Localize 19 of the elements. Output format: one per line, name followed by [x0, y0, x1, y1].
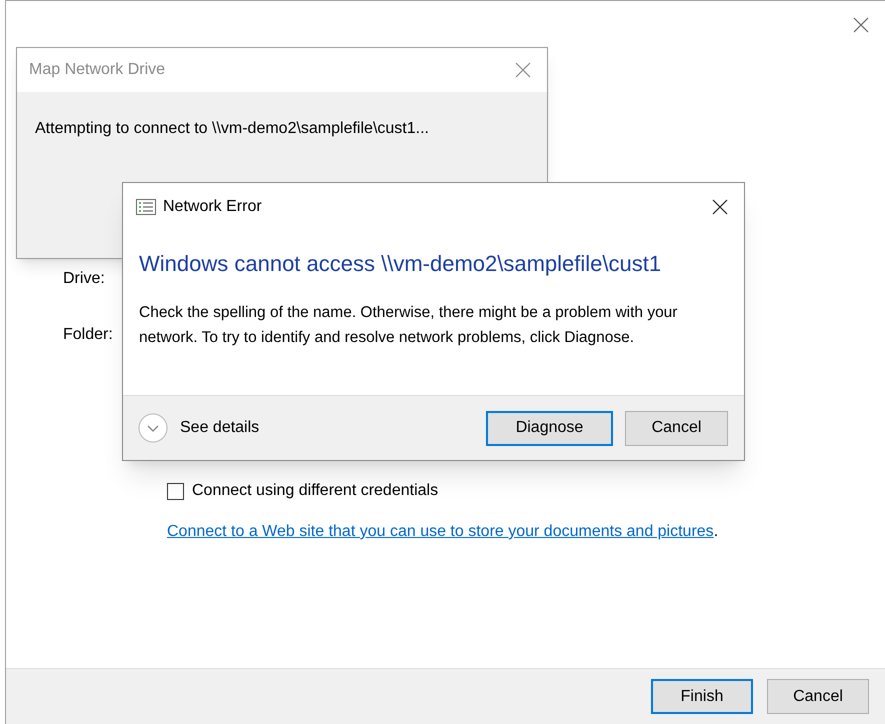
error-message: Check the spelling of the name. Otherwise, there might be a problem with your network. To try to identify and resolve network problems, click Diagnose. — [139, 303, 678, 348]
dialog-button[interactable]: Cancel — [767, 679, 869, 714]
field-label: Drive: — [63, 269, 106, 289]
close-icon[interactable] — [712, 199, 728, 215]
see-details-toggle[interactable]: See details — [138, 413, 260, 443]
web-site-link[interactable]: Connect to a Web site that you can use to store your documents and pictures — [167, 520, 714, 544]
window-title: Network Error — [163, 197, 262, 217]
checkbox[interactable] — [167, 482, 184, 500]
list-icon — [136, 199, 156, 215]
checkbox-label[interactable]: Connect using different credentials — [192, 479, 438, 503]
window-title: Map Network Drive — [29, 60, 166, 80]
default-button[interactable]: Diagnose — [486, 410, 613, 446]
link-period: . — [714, 522, 718, 542]
default-button[interactable]: Finish — [651, 679, 753, 714]
dialog-button[interactable]: Cancel — [625, 410, 728, 446]
chevron-icon — [138, 413, 168, 443]
status-message: Attempting to connect to \\vm-demo2\samplefile\cust1... — [35, 120, 429, 137]
error-heading: Windows cannot access \\vm-demo2\samplefile\cust1 — [139, 250, 662, 278]
field-label: Folder: — [63, 325, 113, 345]
